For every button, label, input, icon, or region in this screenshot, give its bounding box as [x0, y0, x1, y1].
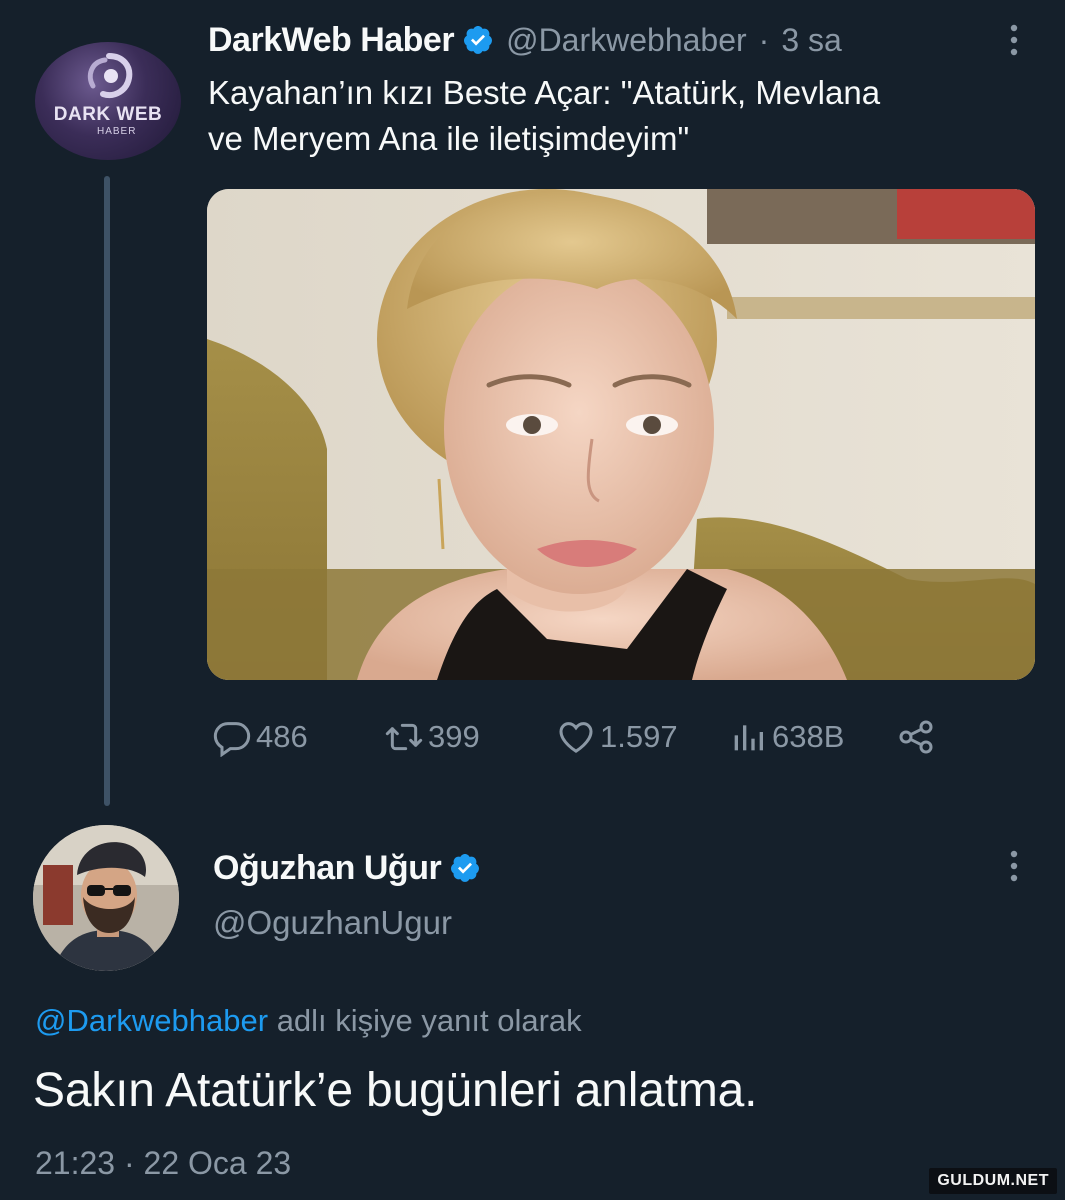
reply-context-text: adlı kişiye yanıt olarak — [268, 1003, 582, 1038]
reply-mention-link[interactable]: @Darkwebhaber — [35, 1003, 268, 1038]
tweet1-photo[interactable] — [207, 189, 1035, 680]
tweet1-actions: 486 399 1.597 638B — [212, 712, 940, 762]
views-count: 638B — [772, 719, 845, 754]
tweet2-header: Oğuzhan Uğur — [213, 844, 481, 892]
verified-badge-icon — [464, 26, 493, 54]
tweet1-text-line1: Kayahan’ın kızı Beste Açar: "Atatürk, Me… — [208, 74, 881, 111]
darkweb-avatar[interactable]: DARK WEB HABER — [35, 42, 181, 160]
tweet1-handle[interactable]: @Darkwebhaber — [506, 22, 747, 59]
tweet2-display-name[interactable]: Oğuzhan Uğur — [213, 849, 442, 888]
reply-button[interactable]: 486 — [212, 717, 384, 757]
heart-icon — [559, 722, 593, 753]
tweet1-text-line2: ve Meryem Ana ile iletişimdeyim" — [208, 120, 690, 157]
avatar-photo — [33, 825, 179, 971]
reply-icon — [213, 722, 251, 757]
thread-connector-line — [104, 176, 110, 806]
reply-context: @Darkwebhaber adlı kişiye yanıt olarak — [35, 1003, 582, 1039]
verified-badge-icon — [451, 854, 480, 882]
more-vertical-icon[interactable] — [1004, 20, 1024, 60]
tweet2-timestamp[interactable]: 21:23 · 22 Oca 23 — [35, 1145, 291, 1182]
portrait-image — [207, 189, 1035, 680]
tweet1-display-name[interactable]: DarkWeb Haber — [208, 21, 455, 60]
views-chart-icon — [734, 725, 763, 751]
views-button[interactable]: 638B — [728, 717, 896, 757]
darkweb-logo-subtext: HABER — [97, 126, 137, 137]
more-vertical-icon[interactable] — [1004, 846, 1024, 886]
watermark-label: GULDUM.NET — [929, 1168, 1057, 1194]
tweet1-text: Kayahan’ın kızı Beste Açar: "Atatürk, Me… — [208, 70, 1043, 162]
reply-count: 486 — [256, 719, 308, 754]
like-count: 1.597 — [600, 719, 678, 754]
darkweb-logo-icon — [87, 53, 133, 98]
tweet1-separator: · — [758, 21, 770, 58]
share-button[interactable] — [896, 717, 940, 757]
tweet2-text: Sakın Atatürk’e bugünleri anlatma. — [33, 1064, 758, 1117]
tweet2-handle[interactable]: @OguzhanUgur — [213, 904, 452, 942]
retweet-count: 399 — [428, 719, 480, 754]
oguzhan-avatar[interactable] — [33, 825, 179, 971]
like-button[interactable]: 1.597 — [556, 717, 728, 757]
darkweb-logo-text: DARK WEB — [53, 104, 163, 125]
tweet1-time[interactable]: 3 sa — [781, 22, 841, 59]
tweet1-header: DarkWeb Haber @Darkwebhaber · 3 sa — [208, 18, 842, 62]
share-icon — [899, 720, 933, 754]
retweet-icon — [385, 723, 423, 751]
retweet-button[interactable]: 399 — [384, 717, 556, 757]
